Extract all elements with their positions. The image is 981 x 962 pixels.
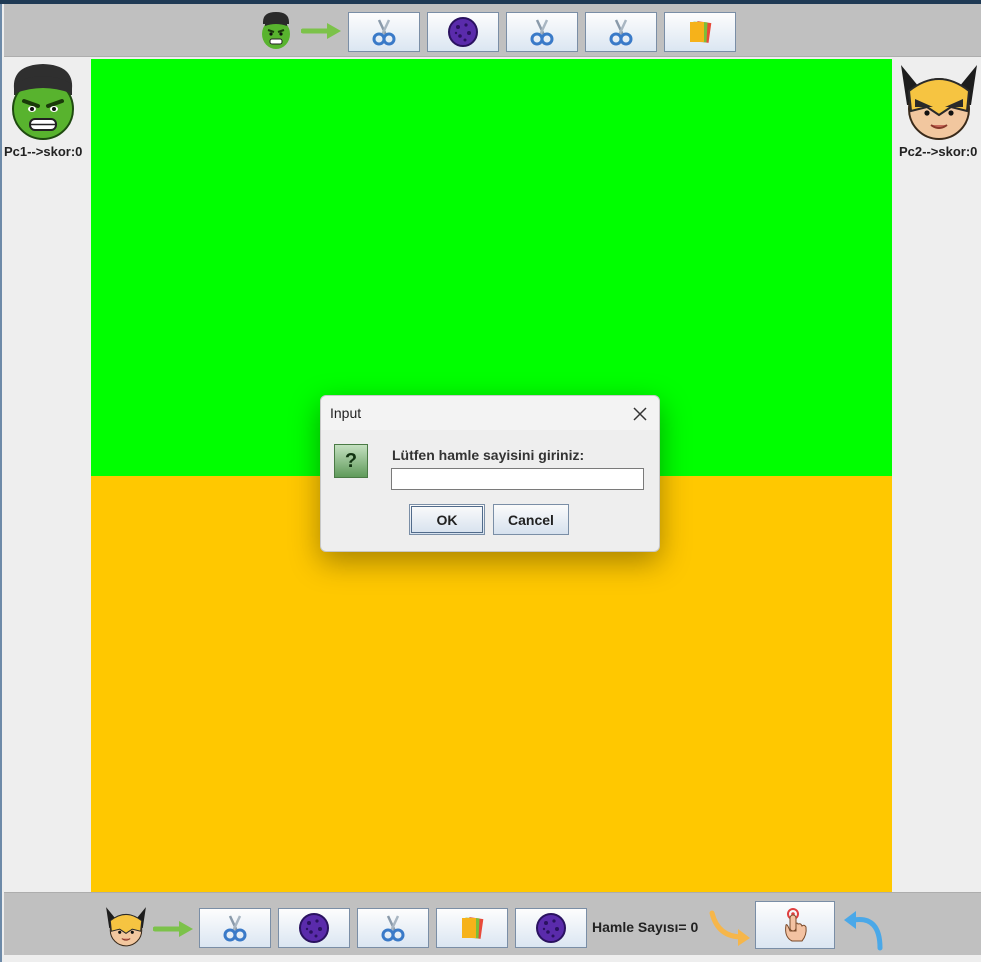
ok-button[interactable]: OK <box>409 504 485 535</box>
input-dialog: Input ? Lütfen hamle sayisini giriniz: O… <box>320 395 660 552</box>
pc2-score-label: Pc2-->skor:0 <box>899 144 978 159</box>
paper-icon <box>462 917 484 939</box>
scissors-icon <box>223 915 247 942</box>
wolverine-face-icon <box>104 905 148 947</box>
close-icon[interactable] <box>631 401 649 429</box>
green-arrow-icon <box>300 18 344 44</box>
dialog-message: Lütfen hamle sayisini giriniz: <box>392 447 585 463</box>
pc1-score-label: Pc1-->skor:0 <box>4 144 83 159</box>
hulk-face-icon <box>256 10 296 50</box>
question-glyph: ? <box>344 449 358 472</box>
top-item-rock-1[interactable] <box>427 12 499 52</box>
yellow-curved-arrow-icon <box>708 909 752 949</box>
scissors-icon <box>372 19 396 46</box>
dialog-titlebar: Input <box>321 396 659 430</box>
bottom-item-rock-2[interactable] <box>515 908 587 948</box>
right-player-panel: Pc2-->skor:0 <box>893 59 981 888</box>
top-item-scissors-1[interactable] <box>348 12 420 52</box>
top-item-scissors-2[interactable] <box>506 12 578 52</box>
bottom-item-paper-1[interactable] <box>436 908 508 948</box>
scissors-icon <box>381 915 405 942</box>
paper-icon <box>690 21 712 43</box>
top-item-paper-1[interactable] <box>664 12 736 52</box>
blue-undo-arrow-icon[interactable] <box>840 908 886 952</box>
scissors-icon <box>609 19 633 46</box>
top-toolbar <box>4 4 981 57</box>
tap-hand-icon <box>785 908 807 942</box>
rock-icon <box>448 17 478 47</box>
bottom-item-scissors-1[interactable] <box>199 908 271 948</box>
rock-icon <box>299 913 329 943</box>
left-player-panel: Pc1-->skor:0 <box>4 59 90 888</box>
hulk-face-icon <box>6 61 80 141</box>
question-icon: ? <box>334 444 368 478</box>
green-arrow-icon <box>152 917 196 941</box>
tap-action-button[interactable] <box>755 901 835 949</box>
cancel-button[interactable]: Cancel <box>493 504 569 535</box>
dialog-title: Input <box>330 405 362 421</box>
bottom-item-scissors-2[interactable] <box>357 908 429 948</box>
wolverine-face-icon <box>897 61 981 141</box>
move-count-label: Hamle Sayısı= 0 <box>592 919 699 935</box>
bottom-item-rock-1[interactable] <box>278 908 350 948</box>
top-item-scissors-3[interactable] <box>585 12 657 52</box>
move-count-input[interactable] <box>391 468 644 490</box>
scissors-icon <box>530 19 554 46</box>
rock-icon <box>536 913 566 943</box>
